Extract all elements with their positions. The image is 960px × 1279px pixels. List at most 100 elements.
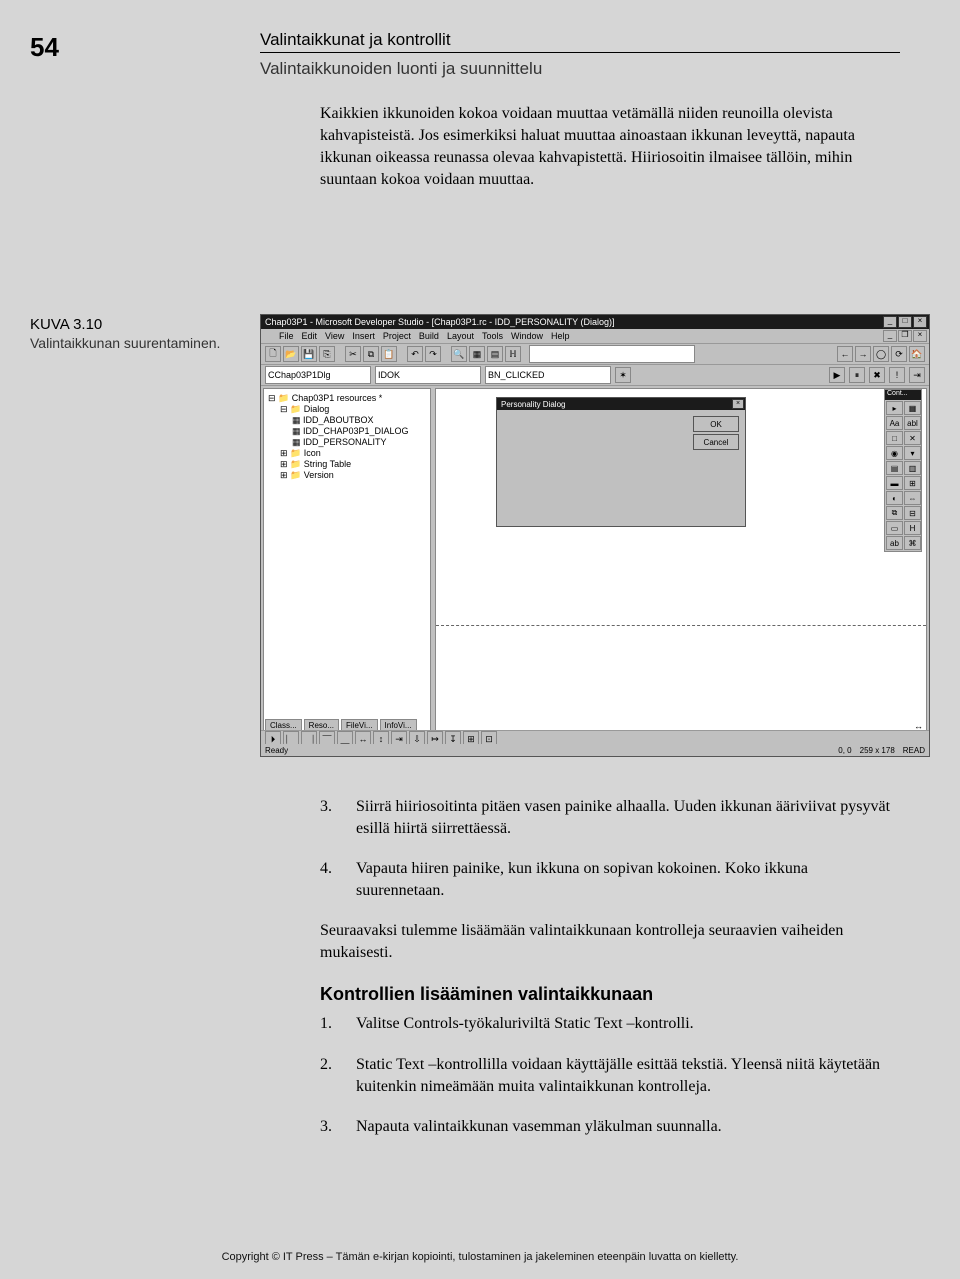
menu-window[interactable]: Window xyxy=(511,331,543,341)
palette-static-text-icon[interactable]: Aa xyxy=(886,416,903,430)
palette-radio-icon[interactable]: ◉ xyxy=(886,446,903,460)
dialog-close-icon[interactable]: × xyxy=(732,399,744,409)
tool-icon[interactable]: ▦ xyxy=(469,346,485,362)
list-item: 3. Siirrä hiiriosoitinta pitäen vasen pa… xyxy=(320,796,900,840)
debug-stop-icon[interactable]: ✖ xyxy=(869,367,885,383)
tool-icon2[interactable]: ▤ xyxy=(487,346,503,362)
doc-close-button[interactable]: × xyxy=(913,330,927,342)
palette-list-icon[interactable]: ⊟ xyxy=(904,506,921,520)
debug-break-icon[interactable]: ⏸ xyxy=(849,367,865,383)
list-item: 2. Static Text –kontrollilla voidaan käy… xyxy=(320,1054,900,1098)
palette-edit-icon[interactable]: abl xyxy=(904,416,921,430)
debug-go-icon[interactable]: ▶ xyxy=(829,367,845,383)
palette-listbox-icon[interactable]: ▤ xyxy=(886,461,903,475)
search-combo[interactable] xyxy=(529,345,695,363)
menu-view[interactable]: View xyxy=(325,331,344,341)
menu-layout[interactable]: Layout xyxy=(447,331,474,341)
open-file-icon[interactable]: 📂 xyxy=(283,346,299,362)
palette-hotkey-icon[interactable]: ⧉ xyxy=(886,506,903,520)
id-combo[interactable]: IDOK xyxy=(375,366,481,384)
menu-tools[interactable]: Tools xyxy=(482,331,503,341)
palette-title: Cont... xyxy=(885,390,921,400)
close-button[interactable]: × xyxy=(913,316,927,328)
menu-edit[interactable]: Edit xyxy=(302,331,318,341)
personality-dialog[interactable]: Personality Dialog × OK Cancel xyxy=(496,397,746,527)
dialog-editor-canvas[interactable]: Personality Dialog × OK Cancel ↔ Cont...… xyxy=(435,388,927,734)
doc-minimize-button[interactable]: _ xyxy=(883,330,897,342)
list-text: Siirrä hiiriosoitinta pitäen vasen paini… xyxy=(356,796,900,840)
minimize-button[interactable]: _ xyxy=(883,316,897,328)
tree-icon-folder[interactable]: ⊞ 📁 Icon xyxy=(268,448,426,459)
list-text: Vapauta hiiren painike, kun ikkuna on so… xyxy=(356,858,900,902)
palette-animate-icon[interactable]: ab xyxy=(886,536,903,550)
resource-tree[interactable]: ⊟ 📁 Chap03P1 resources * ⊟ 📁 Dialog ▦ ID… xyxy=(263,388,431,734)
debug-step-icon[interactable]: ! xyxy=(889,367,905,383)
nav-back-icon[interactable]: ← xyxy=(837,346,853,362)
nav-fwd-icon[interactable]: → xyxy=(855,346,871,362)
palette-slider-icon[interactable]: ⇔ xyxy=(904,491,921,505)
figure-caption-title: KUVA 3.10 xyxy=(30,316,230,333)
menu-project[interactable]: Project xyxy=(383,331,411,341)
status-size: 259 x 178 xyxy=(860,746,895,755)
palette-picture-icon[interactable]: ▦ xyxy=(904,401,921,415)
subtitle-text: Valintaikkunoiden luonti ja suunnittelu xyxy=(260,59,900,79)
class-combo[interactable]: CChap03P1Dlg xyxy=(265,366,371,384)
stop-icon[interactable]: ◯ xyxy=(873,346,889,362)
new-file-icon[interactable]: 🗋 xyxy=(265,346,281,362)
palette-tab-icon[interactable]: H xyxy=(904,521,921,535)
controls-palette[interactable]: Cont... ▸ ▦ Aa abl □ ✕ ◉ ▾ ▤ ▥ ▬ ⊞ xyxy=(884,389,922,552)
doc-restore-button[interactable]: ❐ xyxy=(898,330,912,342)
tool-icon3[interactable]: ℍ xyxy=(505,346,521,362)
maximize-button[interactable]: □ xyxy=(898,316,912,328)
refresh-icon[interactable]: ⟳ xyxy=(891,346,907,362)
wizard-icon[interactable]: ✶ xyxy=(615,367,631,383)
list-number: 2. xyxy=(320,1054,338,1098)
tree-stringtable-folder[interactable]: ⊞ 📁 String Table xyxy=(268,459,426,470)
tree-dialog-folder[interactable]: ⊟ 📁 Dialog xyxy=(268,404,426,415)
menu-help[interactable]: Help xyxy=(551,331,570,341)
tree-item-main[interactable]: ▦ IDD_CHAP03P1_DIALOG xyxy=(268,426,426,437)
save-all-icon[interactable]: ⎘ xyxy=(319,346,335,362)
chapter-title: Valintaikkunat ja kontrollit xyxy=(260,30,900,50)
redo-icon[interactable]: ↷ xyxy=(425,346,441,362)
copy-icon[interactable]: ⧉ xyxy=(363,346,379,362)
cut-icon[interactable]: ✂ xyxy=(345,346,361,362)
cancel-button[interactable]: Cancel xyxy=(693,434,739,450)
section-heading: Kontrollien lisääminen valintaikkunaan xyxy=(320,984,900,1005)
menu-build[interactable]: Build xyxy=(419,331,439,341)
tree-item-personality[interactable]: ▦ IDD_PERSONALITY xyxy=(268,437,426,448)
page-number: 54 xyxy=(30,32,59,63)
list-text: Static Text –kontrollilla voidaan käyttä… xyxy=(356,1054,900,1098)
palette-progress-icon[interactable]: ◐ xyxy=(886,491,903,505)
debug-out-icon[interactable]: ⇥ xyxy=(909,367,925,383)
palette-hscroll-icon[interactable]: ▥ xyxy=(904,461,921,475)
palette-custom-icon[interactable]: ⌘ xyxy=(904,536,921,550)
home-icon[interactable]: 🏠 xyxy=(909,346,925,362)
palette-combo-icon[interactable]: ▾ xyxy=(904,446,921,460)
message-combo[interactable]: BN_CLICKED xyxy=(485,366,611,384)
list-number: 1. xyxy=(320,1013,338,1035)
palette-tree-icon[interactable]: ▭ xyxy=(886,521,903,535)
palette-groupbox-icon[interactable]: □ xyxy=(886,431,903,445)
ok-button[interactable]: OK xyxy=(693,416,739,432)
tree-version-folder[interactable]: ⊞ 📁 Version xyxy=(268,470,426,481)
intro-paragraph: Kaikkien ikkunoiden kokoa voidaan muutta… xyxy=(320,103,900,191)
palette-checkbox-icon[interactable]: ✕ xyxy=(904,431,921,445)
tree-item-about[interactable]: ▦ IDD_ABOUTBOX xyxy=(268,415,426,426)
mid-paragraph: Seuraavaksi tulemme lisäämään valintaikk… xyxy=(320,920,900,964)
tree-root[interactable]: ⊟ 📁 Chap03P1 resources * xyxy=(268,393,426,404)
menu-bar: File Edit View Insert Project Build Layo… xyxy=(261,329,929,344)
dialog-titlebar: Personality Dialog × xyxy=(497,398,745,410)
save-icon[interactable]: 💾 xyxy=(301,346,317,362)
palette-pointer-icon[interactable]: ▸ xyxy=(886,401,903,415)
main-toolbar: 🗋 📂 💾 ⎘ ✂ ⧉ 📋 ↶ ↷ 🔍 ▦ ▤ ℍ ← → ◯ ⟳ 🏠 xyxy=(261,344,929,365)
paste-icon[interactable]: 📋 xyxy=(381,346,397,362)
list-number: 4. xyxy=(320,858,338,902)
palette-spin-icon[interactable]: ⊞ xyxy=(904,476,921,490)
palette-vscroll-icon[interactable]: ▬ xyxy=(886,476,903,490)
menu-file[interactable]: File xyxy=(279,331,294,341)
list-text: Napauta valintaikkunan vasemman yläkulma… xyxy=(356,1116,900,1138)
undo-icon[interactable]: ↶ xyxy=(407,346,423,362)
find-icon[interactable]: 🔍 xyxy=(451,346,467,362)
menu-insert[interactable]: Insert xyxy=(352,331,375,341)
